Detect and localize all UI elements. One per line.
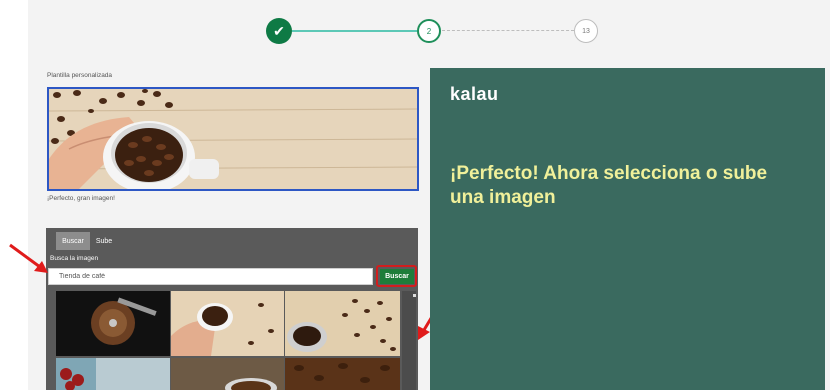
step-13-number: 13 bbox=[582, 27, 590, 35]
step-2-current[interactable]: 2 bbox=[417, 19, 441, 43]
coffee-cup-hand-preview-image bbox=[49, 89, 417, 189]
tab-buscar[interactable]: Buscar bbox=[56, 232, 90, 250]
search-input[interactable] bbox=[48, 268, 373, 285]
thumbnail-coffee-beans-texture[interactable] bbox=[285, 358, 400, 390]
coffee-cup-hand-image bbox=[171, 291, 284, 356]
coffee-beans-cup-image bbox=[285, 291, 400, 356]
coffee-cherries-image bbox=[56, 358, 170, 390]
tab-sube[interactable]: Sube bbox=[92, 232, 116, 250]
thumbnail-coffee-cherries[interactable] bbox=[56, 358, 170, 390]
search-button[interactable]: Buscar bbox=[380, 269, 414, 284]
coffee-beans-texture-image bbox=[285, 358, 400, 390]
search-title: Busca la imagen bbox=[50, 255, 99, 262]
progress-stepper: ✔ 2 13 bbox=[0, 0, 830, 60]
stepper-line-completed bbox=[292, 30, 417, 32]
preview-panel bbox=[430, 68, 825, 390]
scroll-up-icon[interactable] bbox=[413, 294, 416, 297]
step-2-number: 2 bbox=[426, 26, 432, 36]
check-icon: ✔ bbox=[273, 22, 285, 39]
preview-headline: ¡Perfecto! Ahora selecciona o sube una i… bbox=[450, 163, 768, 208]
thumbnail-coffee-grinder[interactable] bbox=[56, 291, 170, 356]
stepper-line-pending bbox=[442, 30, 574, 31]
thumbnail-coffee-mug[interactable] bbox=[171, 358, 284, 390]
thumbnail-coffee-beans-cup[interactable] bbox=[285, 291, 400, 356]
arrow-to-search-input-icon bbox=[9, 243, 48, 273]
selected-image-preview[interactable] bbox=[47, 87, 419, 191]
step-1-complete[interactable]: ✔ bbox=[266, 18, 292, 44]
coffee-grinder-image bbox=[56, 291, 170, 356]
template-label: Plantilla personalizada bbox=[47, 72, 113, 79]
coffee-mug-image bbox=[171, 358, 284, 390]
preview-caption: ¡Perfecto, gran imagen! bbox=[47, 195, 115, 202]
thumbnail-coffee-cup-hand[interactable] bbox=[171, 291, 284, 356]
brand-logo: kalau bbox=[450, 84, 499, 104]
step-13[interactable]: 13 bbox=[574, 19, 598, 43]
